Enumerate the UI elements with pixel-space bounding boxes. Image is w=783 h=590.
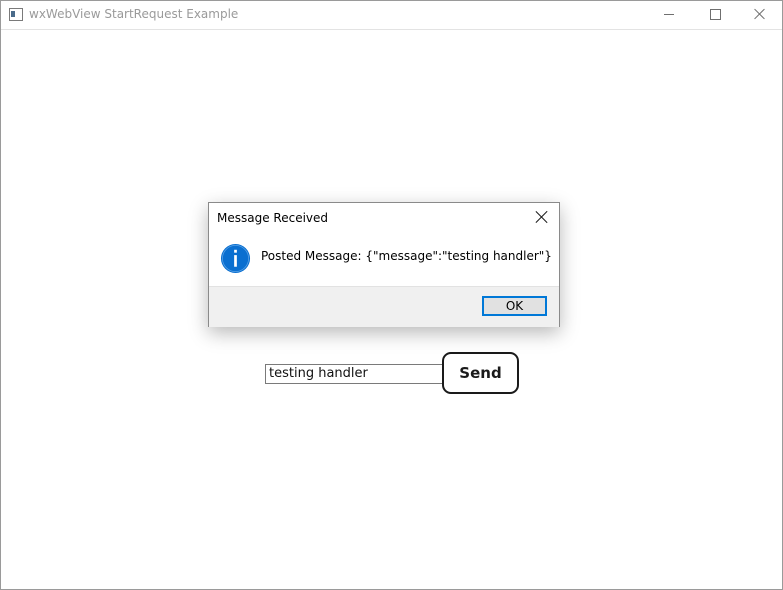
- close-window-button[interactable]: [737, 1, 783, 29]
- dialog-message: Posted Message: {"message":"testing hand…: [261, 249, 552, 263]
- window-title: wxWebView StartRequest Example: [29, 7, 239, 21]
- message-dialog: Message Received Posted Message: {"messa…: [208, 202, 560, 327]
- dialog-title: Message Received: [217, 211, 329, 225]
- send-button[interactable]: Send: [442, 352, 519, 394]
- info-icon: [220, 243, 251, 274]
- dialog-footer: OK: [209, 286, 559, 327]
- ok-button[interactable]: OK: [482, 296, 547, 316]
- dialog-close-button[interactable]: [535, 210, 549, 224]
- maximize-button[interactable]: [691, 1, 737, 29]
- app-window-icon: [9, 8, 23, 21]
- close-icon: [754, 8, 766, 20]
- message-input[interactable]: [265, 364, 447, 384]
- minimize-button[interactable]: [645, 1, 691, 29]
- app-window: wxWebView StartRequest Example Send Mess…: [0, 0, 783, 590]
- title-bar[interactable]: wxWebView StartRequest Example: [1, 1, 782, 30]
